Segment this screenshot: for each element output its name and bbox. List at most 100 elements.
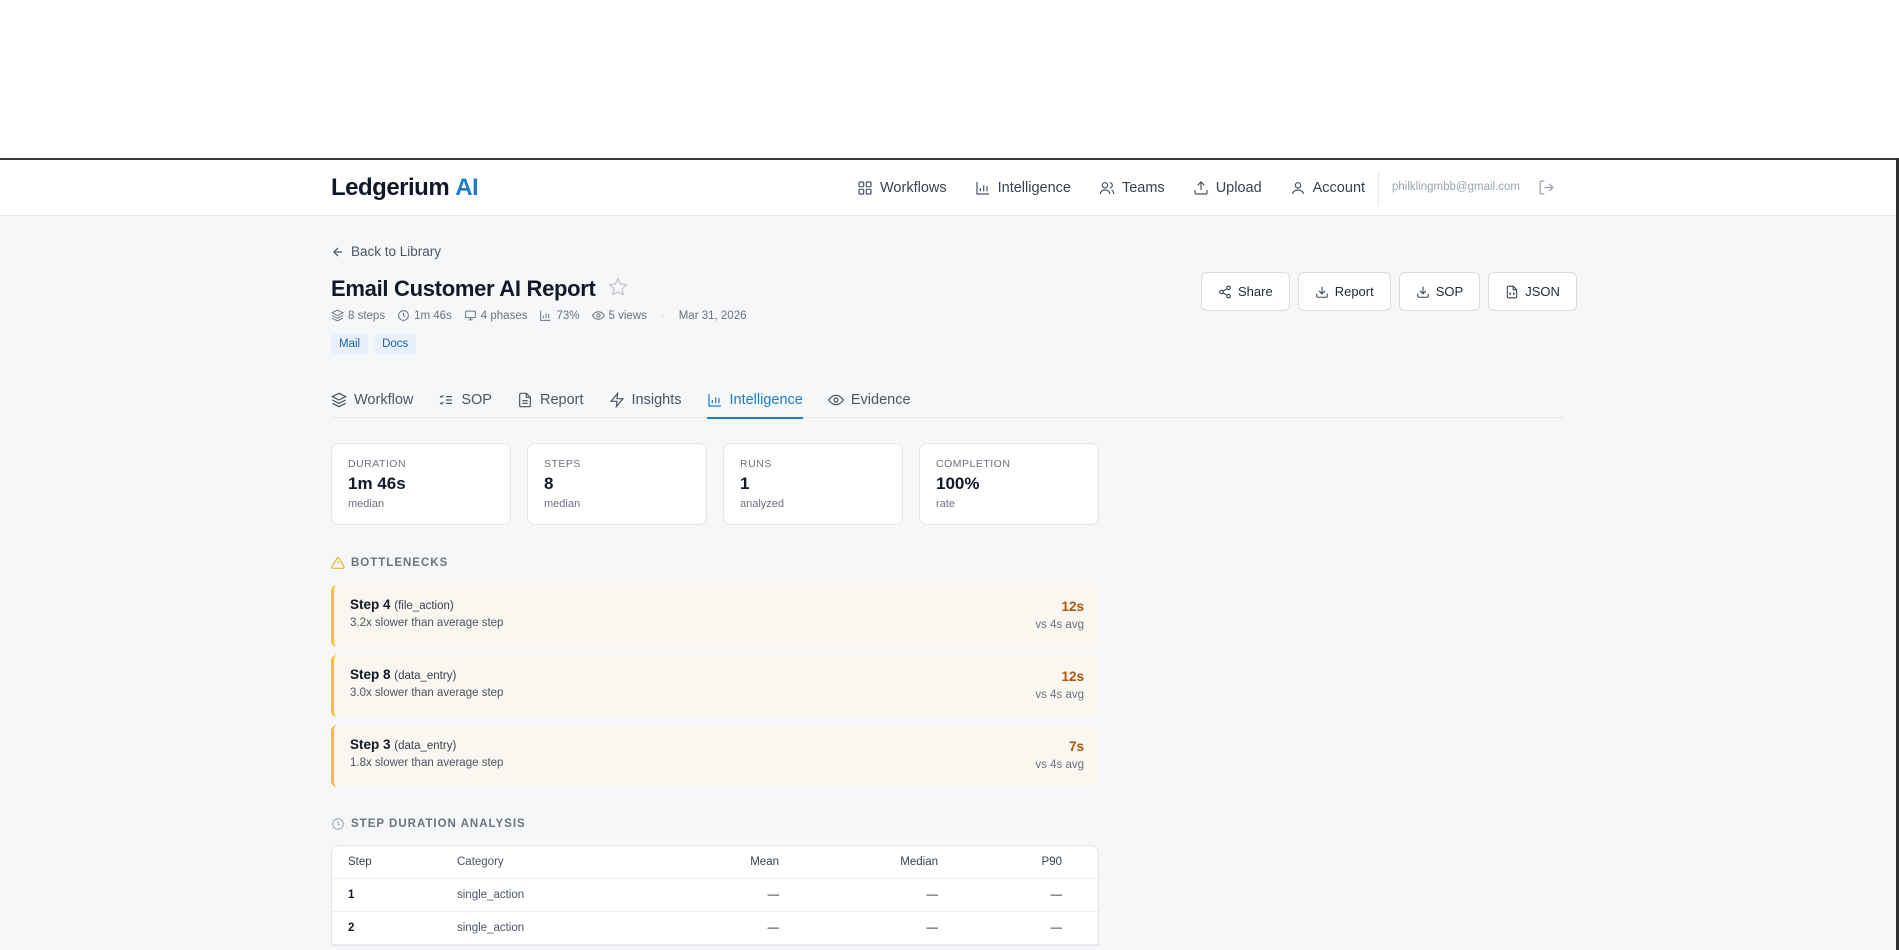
bottlenecks-heading: BOTTLENECKS — [331, 556, 448, 570]
star-icon — [607, 276, 628, 296]
stat-value: 8 — [544, 474, 554, 493]
sop-label: SOP — [1435, 284, 1464, 299]
meta-steps: 8 steps — [331, 309, 385, 322]
favorite-button[interactable] — [607, 276, 628, 302]
bottleneck-category: (data_entry) — [394, 740, 457, 752]
duration-analysis-heading: STEP DURATION ANALYSIS — [331, 817, 526, 831]
bar-chart-icon — [707, 394, 721, 407]
clock-icon — [332, 818, 344, 830]
cell-category: single_action — [457, 889, 525, 901]
tab-insights[interactable]: Insights — [609, 382, 682, 418]
stat-value: 1 — [740, 474, 750, 493]
tab-workflow[interactable]: Workflow — [331, 382, 413, 418]
eye-icon — [591, 311, 605, 320]
logo[interactable]: Ledgerium AI — [331, 174, 479, 202]
cell-mean: — — [767, 922, 780, 934]
cell-p90: — — [1050, 922, 1063, 934]
nav-upload[interactable]: Upload — [1193, 180, 1262, 196]
bottleneck-step: Step 3 — [350, 737, 391, 752]
file-text-icon — [519, 392, 531, 408]
nav-links: Workflows Intelligence Teams Upload Acco… — [857, 160, 1393, 216]
top-nav: Ledgerium AI Workflows Intelligence Teams… — [0, 160, 1899, 216]
layers-icon — [331, 392, 347, 408]
nav-teams-label: Teams — [1121, 180, 1165, 196]
cell-category: single_action — [457, 922, 525, 934]
tab-report-label: Report — [539, 392, 584, 408]
logout-icon — [1539, 180, 1554, 195]
bottleneck-item[interactable]: Step 4 (file_action) 3.2x slower than av… — [331, 585, 1099, 647]
bottleneck-category: (data_entry) — [394, 670, 457, 682]
stat-sub: rate — [936, 498, 955, 510]
bottleneck-item[interactable]: Step 3 (data_entry) 1.8x slower than ave… — [331, 725, 1099, 787]
upload-icon — [1194, 181, 1208, 195]
share-label: Share — [1238, 284, 1273, 299]
download-json-button[interactable]: JSON — [1488, 272, 1577, 311]
stat-card-duration: DURATION 1m 46s median — [331, 443, 511, 525]
list-checks-icon — [439, 394, 453, 405]
back-to-library-link[interactable]: Back to Library — [331, 244, 441, 259]
bottleneck-avg: vs 4s avg — [1035, 759, 1084, 771]
logout-button[interactable] — [1538, 179, 1555, 196]
tag-docs[interactable]: Docs — [374, 334, 417, 354]
meta-views-text: 5 views — [608, 309, 647, 322]
download-icon — [1416, 286, 1429, 298]
nav-workflows[interactable]: Workflows — [857, 180, 947, 196]
nav-upload-label: Upload — [1215, 180, 1262, 196]
col-category[interactable]: Category — [457, 856, 667, 868]
col-p90[interactable]: P90 — [938, 856, 1062, 868]
cell-median: — — [926, 922, 939, 934]
meta-steps-text: 8 steps — [348, 309, 386, 322]
tab-sop[interactable]: SOP — [438, 382, 492, 418]
download-sop-button[interactable]: SOP — [1398, 272, 1481, 311]
nav-account[interactable]: Account — [1290, 180, 1365, 196]
bottleneck-item[interactable]: Step 8 (data_entry) 3.0x slower than ave… — [331, 655, 1099, 717]
json-label: JSON — [1525, 284, 1560, 299]
bottleneck-desc: 3.2x slower than average step — [350, 617, 504, 629]
bottleneck-title: Step 8 (data_entry) — [350, 667, 1083, 682]
tab-bar: Workflow SOP Report Insights Intelligenc… — [331, 382, 1564, 419]
stat-card-runs: RUNS 1 analyzed — [723, 443, 903, 525]
table-row: 2 single_action — — — — [332, 912, 1098, 945]
bottleneck-avg: vs 4s avg — [1035, 689, 1084, 701]
tag-mail[interactable]: Mail — [331, 334, 369, 354]
bottleneck-category: (file_action) — [394, 600, 454, 612]
logo-main: Ledgerium — [331, 174, 450, 201]
warning-icon — [331, 557, 345, 569]
download-report-button[interactable]: Report — [1297, 272, 1391, 311]
share-button[interactable]: Share — [1201, 272, 1290, 311]
tab-report[interactable]: Report — [517, 382, 584, 418]
tab-intelligence[interactable]: Intelligence — [706, 382, 804, 419]
bottleneck-list: Step 4 (file_action) 3.2x slower than av… — [331, 585, 1099, 795]
page-title: Email Customer AI Report — [331, 276, 596, 301]
col-step[interactable]: Step — [332, 856, 457, 868]
tag-list: Mail Docs — [331, 334, 417, 354]
action-buttons: Share Report SOP JSON — [1201, 272, 1577, 311]
logo-accent: AI — [455, 174, 479, 201]
stat-sub: analyzed — [740, 498, 785, 510]
nav-account-label: Account — [1312, 180, 1366, 196]
meta-duration: 1m 46s — [397, 309, 452, 322]
nav-intelligence-label: Intelligence — [997, 180, 1071, 196]
meta-separator: · — [660, 309, 665, 322]
col-median[interactable]: Median — [779, 856, 938, 868]
tab-evidence[interactable]: Evidence — [827, 382, 911, 418]
stat-value: 100% — [936, 474, 980, 493]
back-label: Back to Library — [351, 244, 442, 259]
bottleneck-value: 12s — [1061, 599, 1084, 614]
stat-card-steps: STEPS 8 median — [527, 443, 707, 525]
nav-intelligence[interactable]: Intelligence — [975, 180, 1071, 196]
zap-icon — [609, 392, 624, 408]
nav-workflows-label: Workflows — [880, 180, 947, 196]
meta-views: 5 views — [591, 309, 647, 322]
stat-card-completion: COMPLETION 100% rate — [919, 443, 1099, 525]
stat-label: STEPS — [544, 458, 581, 470]
layers-icon — [331, 309, 344, 322]
stat-sub: median — [348, 498, 385, 510]
nav-teams[interactable]: Teams — [1099, 180, 1165, 196]
stat-cards: DURATION 1m 46s median STEPS 8 median RU… — [331, 443, 1099, 525]
tab-workflow-label: Workflow — [354, 392, 414, 408]
col-mean[interactable]: Mean — [667, 856, 779, 868]
step-duration-table: Step Category Mean Median P90 1 single_a… — [331, 845, 1099, 946]
stat-value: 1m 46s — [348, 474, 406, 493]
nav-divider — [1378, 172, 1379, 206]
